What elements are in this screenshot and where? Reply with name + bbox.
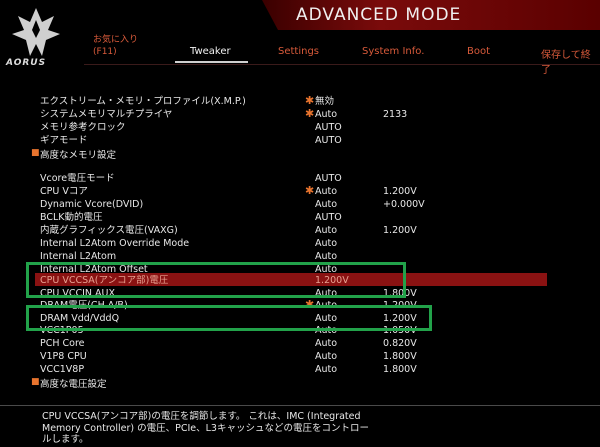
setting-value[interactable]: Auto xyxy=(315,350,337,363)
help-description: CPU VCCSA(アンコア部)の電圧を調節します。 これは、IMC (Inte… xyxy=(42,411,369,445)
setting-value[interactable]: 無効 xyxy=(315,95,334,108)
setting-value[interactable]: Auto xyxy=(315,237,337,250)
header-divider xyxy=(84,64,600,65)
setting-row-dynamic-vcore[interactable]: Dynamic Vcore(DVID) Auto +0.000V xyxy=(40,198,560,211)
setting-value[interactable]: AUTO xyxy=(315,121,342,134)
star-icon: ✱ xyxy=(305,107,315,120)
setting-current-value: 1.800V xyxy=(383,351,417,362)
star-icon: ✱ xyxy=(305,94,315,107)
annotation-box-dram-vdd xyxy=(26,305,432,331)
setting-label: メモリ参考クロック xyxy=(40,122,126,133)
mode-title: ADVANCED MODE xyxy=(296,5,462,25)
setting-current-value: 1.200V xyxy=(383,186,417,197)
setting-current-value: 2133 xyxy=(383,109,408,120)
setting-label: エクストリーム・メモリ・プロファイル(X.M.P.) xyxy=(40,96,246,107)
setting-row-bclk-voltage[interactable]: BCLK動的電圧 AUTO xyxy=(40,211,560,224)
submenu-bullet-icon: ■ xyxy=(31,148,40,158)
setting-row-gear-mode[interactable]: ギアモード AUTO xyxy=(40,134,560,147)
setting-label: VCC1V8P xyxy=(40,364,85,375)
setting-label: V1P8 CPU xyxy=(40,351,87,362)
setting-label: BCLK動的電圧 xyxy=(40,212,103,223)
setting-value[interactable]: Auto xyxy=(315,185,337,198)
setting-label: Internal L2Atom Override Mode xyxy=(40,238,190,249)
setting-label: CPU Vコア xyxy=(40,186,88,197)
setting-label: Vcore電圧モード xyxy=(40,173,115,184)
footer-divider xyxy=(0,405,600,406)
tab-settings[interactable]: Settings xyxy=(278,46,319,57)
tab-system-info[interactable]: System Info. xyxy=(362,46,424,57)
setting-value[interactable]: Auto xyxy=(315,363,337,376)
setting-value[interactable]: Auto xyxy=(315,337,337,350)
setting-value[interactable]: Auto xyxy=(315,224,337,237)
setting-row-cpu-vcore[interactable]: CPU Vコア ✱ Auto 1.200V xyxy=(40,184,560,198)
save-exit-button[interactable]: 保存して終了 xyxy=(541,46,600,76)
setting-row-memory-multiplier[interactable]: システムメモリマルチプライヤ ✱ Auto 2133 xyxy=(40,107,560,121)
star-icon: ✱ xyxy=(305,184,315,197)
setting-label: システムメモリマルチプライヤ xyxy=(40,109,173,120)
setting-value[interactable]: Auto xyxy=(315,108,337,121)
setting-row-xmp[interactable]: エクストリーム・メモリ・プロファイル(X.M.P.) ✱ 無効 xyxy=(40,94,560,108)
setting-row-vcore-mode[interactable]: Vcore電圧モード AUTO xyxy=(40,172,560,185)
setting-current-value: 1.200V xyxy=(383,225,417,236)
setting-row-vaxg[interactable]: 内蔵グラフィックス電圧(VAXG) Auto 1.200V xyxy=(40,224,560,237)
setting-row-memory-ref-clock[interactable]: メモリ参考クロック AUTO xyxy=(40,121,560,134)
brand-logo-text: AORUS xyxy=(6,58,47,68)
setting-label: 内蔵グラフィックス電圧(VAXG) xyxy=(40,225,178,236)
setting-row-pch-core[interactable]: PCH Core Auto 0.820V xyxy=(40,337,560,350)
submenu-advanced-voltage[interactable]: 高度な電圧設定 xyxy=(40,376,107,390)
submenu-bullet-icon: ■ xyxy=(31,377,40,387)
setting-value[interactable]: AUTO xyxy=(315,172,342,185)
annotation-box-vccsa xyxy=(26,262,406,298)
setting-current-value: 0.820V xyxy=(383,338,417,349)
bios-header: AORUS ADVANCED MODE お気に入り (F11) Tweaker … xyxy=(0,0,600,76)
setting-current-value: 1.800V xyxy=(383,364,417,375)
active-tab-indicator xyxy=(175,61,248,63)
setting-value[interactable]: AUTO xyxy=(315,211,342,224)
setting-label: ギアモード xyxy=(40,135,88,146)
favorites-label: お気に入り xyxy=(93,35,139,45)
setting-value[interactable]: Auto xyxy=(315,198,337,211)
tab-boot[interactable]: Boot xyxy=(467,46,490,57)
submenu-advanced-memory[interactable]: 高度なメモリ設定 xyxy=(40,147,116,161)
tab-tweaker[interactable]: Tweaker xyxy=(190,46,231,57)
setting-row-vcc1v8p[interactable]: VCC1V8P Auto 1.800V xyxy=(40,363,560,376)
setting-value[interactable]: AUTO xyxy=(315,134,342,147)
favorites-button[interactable]: お気に入り (F11) xyxy=(93,34,138,58)
setting-current-value: +0.000V xyxy=(383,199,425,210)
setting-label: Dynamic Vcore(DVID) xyxy=(40,199,144,210)
setting-row-l2atom-override[interactable]: Internal L2Atom Override Mode Auto xyxy=(40,237,560,250)
setting-label: PCH Core xyxy=(40,338,85,349)
setting-row-v1p8-cpu[interactable]: V1P8 CPU Auto 1.800V xyxy=(40,350,560,363)
favorites-shortcut: (F11) xyxy=(93,47,117,57)
